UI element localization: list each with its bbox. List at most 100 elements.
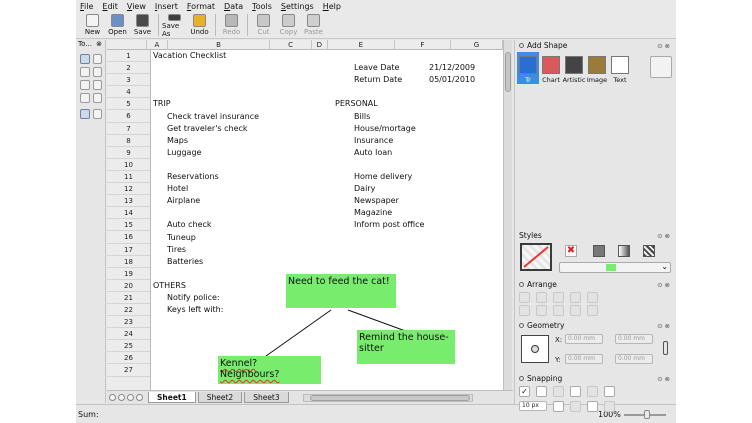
copy-button[interactable]: Copy: [276, 12, 301, 38]
snap-intersection-checkbox[interactable]: [553, 401, 564, 412]
column-header-c[interactable]: C: [270, 40, 313, 50]
raise-icon[interactable]: [519, 292, 530, 303]
menu-view[interactable]: View: [127, 2, 146, 11]
shape-text[interactable]: Text: [609, 52, 631, 84]
gradient-fill-icon[interactable]: [618, 245, 630, 257]
column-header-a[interactable]: A: [147, 40, 169, 50]
align-bottom-icon[interactable]: [587, 305, 598, 316]
snapping-enabled-checkbox[interactable]: ✓: [519, 386, 530, 397]
menu-edit[interactable]: Edit: [102, 2, 118, 11]
pen-tool-icon[interactable]: [92, 54, 102, 64]
x-field[interactable]: 0.00 mm: [565, 334, 603, 344]
align-top-icon[interactable]: [570, 305, 581, 316]
row-header[interactable]: 8: [107, 135, 150, 147]
column-header-g[interactable]: G: [451, 40, 503, 50]
docker-controls-icon[interactable]: ⊙⊗: [657, 42, 672, 50]
sheet-tab-sheet3[interactable]: Sheet3: [244, 392, 289, 403]
row-header[interactable]: 4: [107, 86, 150, 99]
prev-sheet-icon[interactable]: [118, 394, 125, 401]
row-header[interactable]: 9: [107, 147, 150, 159]
shape-chart[interactable]: Chart: [540, 52, 562, 84]
spreadsheet-area[interactable]: ABCDEFG 1 2 3 4 5 6 7 8 9 10 11 12 13 14 15 16 17 18 19 20 2…: [107, 40, 503, 390]
panel-close-icon[interactable]: ⊗: [96, 40, 102, 51]
align-left-icon[interactable]: [519, 305, 530, 316]
menu-format[interactable]: Format: [187, 2, 215, 11]
row-header[interactable]: 26: [107, 352, 150, 365]
shape-tr[interactable]: Tr: [517, 52, 539, 84]
row-header[interactable]: 21: [107, 292, 150, 304]
row-header[interactable]: 27: [107, 364, 150, 377]
menu-help[interactable]: Help: [323, 2, 341, 11]
row-header[interactable]: 13: [107, 195, 150, 208]
solid-fill-icon[interactable]: [593, 245, 605, 257]
cell-grid[interactable]: Keys left with: Notify police: OTHERS Batte…: [151, 50, 503, 390]
anchor-point-icon[interactable]: [521, 335, 549, 363]
corner-cell[interactable]: [107, 40, 147, 50]
save-as-button[interactable]: Save As: [162, 12, 187, 38]
paste-button[interactable]: Paste: [301, 12, 326, 38]
fill-color-selector[interactable]: ⌄: [559, 262, 671, 273]
menu-file[interactable]: File: [80, 2, 93, 11]
row-header[interactable]: 25: [107, 340, 150, 353]
menu-tools[interactable]: Tools: [252, 2, 272, 11]
row-header[interactable]: 12: [107, 183, 150, 196]
redo-button[interactable]: Redo: [219, 12, 244, 38]
row-header[interactable]: 10: [107, 159, 150, 171]
row-header[interactable]: 16: [107, 231, 150, 244]
menu-insert[interactable]: Insert: [155, 2, 178, 11]
row-header[interactable]: 11: [107, 171, 150, 184]
column-header-e[interactable]: E: [328, 40, 396, 50]
vertical-scrollbar[interactable]: [503, 40, 512, 390]
row-header[interactable]: 6: [107, 110, 150, 123]
column-header-b[interactable]: B: [168, 40, 270, 50]
pattern-tool-icon[interactable]: [92, 67, 102, 77]
ungroup-icon[interactable]: [587, 292, 598, 303]
snap-bounding-box-checkbox[interactable]: [604, 386, 615, 397]
row-header[interactable]: 22: [107, 304, 150, 317]
path-tool-icon[interactable]: [80, 80, 90, 90]
snap-node-checkbox[interactable]: [570, 386, 581, 397]
row-header[interactable]: 5: [107, 98, 150, 111]
table-tool-icon[interactable]: [92, 109, 102, 119]
zoom-tool-icon[interactable]: [80, 93, 90, 103]
align-center-icon[interactable]: [536, 305, 547, 316]
snap-extension-icon[interactable]: [587, 386, 598, 397]
shape-artistic[interactable]: Artistic: [563, 52, 585, 84]
docker-controls-icon[interactable]: ⊙⊗: [657, 281, 672, 289]
last-sheet-icon[interactable]: [136, 394, 143, 401]
gradient-tool-icon[interactable]: [80, 67, 90, 77]
undo-button[interactable]: Undo: [187, 12, 212, 38]
row-header[interactable]: 17: [107, 244, 150, 256]
height-field[interactable]: 0.00 mm: [615, 354, 653, 364]
open-button[interactable]: Open: [105, 12, 130, 38]
snap-line-checkbox[interactable]: [587, 401, 598, 412]
row-header[interactable]: 20: [107, 280, 150, 292]
align-icon[interactable]: [553, 292, 564, 303]
menu-settings[interactable]: Settings: [281, 2, 314, 11]
sheet-tab-sheet1[interactable]: Sheet1: [148, 392, 196, 403]
width-field[interactable]: 0.00 mm: [615, 334, 653, 344]
note-remind-house-sitter[interactable]: Remind the house-sitter: [357, 330, 455, 364]
save-button[interactable]: Save: [130, 12, 155, 38]
pattern-fill-icon[interactable]: [643, 245, 655, 257]
align-right-icon[interactable]: [553, 305, 564, 316]
lower-icon[interactable]: [536, 292, 547, 303]
row-header[interactable]: 23: [107, 316, 150, 329]
row-header[interactable]: 1: [107, 50, 150, 63]
note-feed-cat[interactable]: Need to feed the cat!: [286, 274, 396, 308]
cell-tool-icon[interactable]: [80, 109, 90, 119]
sheet-tab-sheet2[interactable]: Sheet2: [197, 392, 243, 403]
shape-library-button[interactable]: [650, 56, 672, 78]
cut-button[interactable]: Cut: [251, 12, 276, 38]
stroke-fill-preview-icon[interactable]: [520, 243, 552, 271]
group-icon[interactable]: [570, 292, 581, 303]
snap-page-icon[interactable]: [604, 401, 615, 412]
color-picker-icon[interactable]: [92, 80, 102, 90]
shape-image[interactable]: Image: [586, 52, 608, 84]
new-button[interactable]: New: [80, 12, 105, 38]
docker-controls-icon[interactable]: ⊙⊗: [657, 375, 672, 383]
snap-guide-icon[interactable]: [570, 401, 581, 412]
horizontal-scrollbar[interactable]: [302, 393, 473, 402]
row-header[interactable]: 24: [107, 328, 150, 341]
note-kennel[interactable]: Kennel? Neighbours?: [218, 356, 321, 384]
